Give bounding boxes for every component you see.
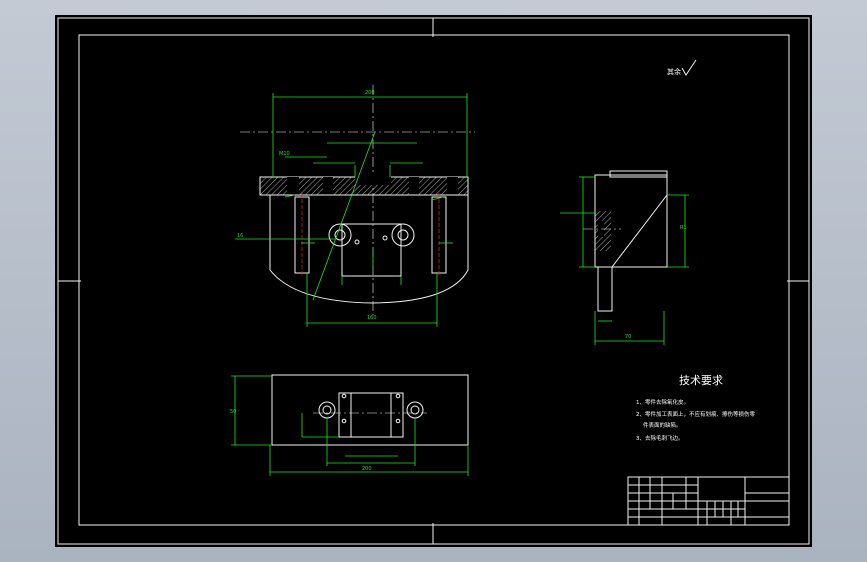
top-view: 200 50	[230, 374, 469, 476]
inner-border	[78, 34, 790, 526]
svg-text:200: 200	[362, 466, 372, 472]
drawing-sheet[interactable]: 其余 200 160 16 M10 70 R1 200 50 技术要求 1、零件…	[55, 15, 812, 547]
top-dimensions	[231, 375, 469, 476]
bolt-hole-left	[287, 177, 299, 195]
roughness-note: 其余	[667, 67, 681, 76]
top-holes	[318, 393, 424, 424]
bolt-hole-mid-right	[409, 177, 419, 195]
svg-text:70: 70	[625, 334, 631, 340]
tech-requirements: 技术要求 1、零件去除氧化皮。 2、零件加工表面上，不应有划痕、擦伤等损伤零 件…	[636, 374, 756, 442]
drawing-canvas: 其余 200 160 16 M10 70 R1 200 50 技术要求 1、零件…	[57, 17, 810, 545]
tech-req-item-2-cont: 件表面的缺陷。	[643, 421, 682, 429]
svg-text:200: 200	[365, 90, 375, 96]
side-dimensions	[560, 176, 689, 345]
svg-text:50: 50	[230, 409, 236, 415]
slot-top	[355, 173, 391, 185]
side-top-lip	[609, 170, 668, 178]
side-view: 70 R1	[560, 170, 689, 345]
cad-viewport[interactable]: 其余 200 160 16 M10 70 R1 200 50 技术要求 1、零件…	[0, 0, 867, 562]
pin-right	[431, 193, 447, 277]
title-block[interactable]	[627, 476, 790, 526]
tech-req-item-3: 3、去除毛刺飞边。	[636, 434, 684, 442]
svg-text:R1: R1	[680, 225, 687, 231]
pin-left	[294, 193, 310, 277]
side-foot	[597, 266, 613, 312]
side-chamfer	[611, 194, 668, 268]
top-outline	[271, 374, 469, 446]
tech-req-item-2: 2、零件加工表面上，不应有划痕、擦伤等损伤零	[636, 410, 756, 418]
svg-text:M10: M10	[279, 151, 290, 157]
front-body-outline	[269, 195, 469, 304]
top-center-block	[338, 392, 404, 438]
svg-text:16: 16	[237, 233, 243, 239]
bolt-hole-right	[447, 177, 458, 195]
bolt-hole-mid-left	[323, 177, 333, 195]
roughness-symbol: 其余	[667, 59, 697, 76]
tech-requirements-title: 技术要求	[679, 374, 723, 387]
svg-text:160: 160	[367, 315, 377, 321]
tech-req-item-1: 1、零件去除氧化皮。	[636, 398, 689, 406]
front-view: 200 160 16 M10	[235, 85, 475, 327]
